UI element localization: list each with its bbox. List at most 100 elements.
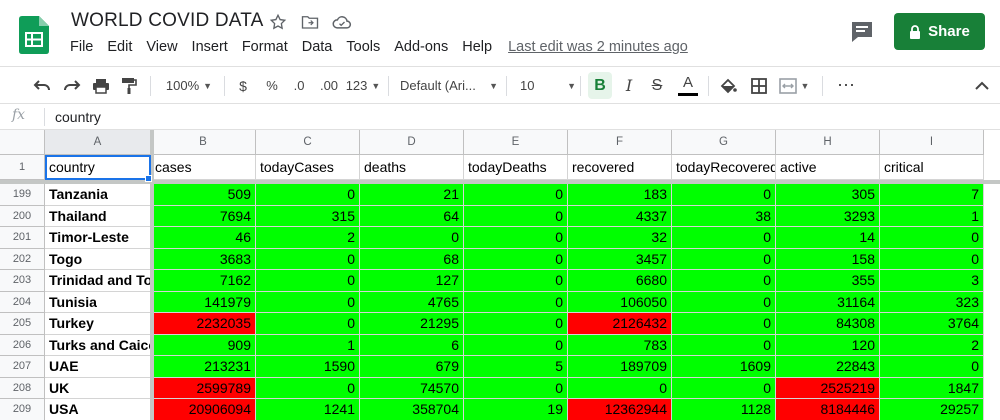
column-header-g[interactable]: G [672, 130, 776, 155]
data-cell-f[interactable]: 106050 [568, 291, 672, 313]
data-cell-e[interactable]: 19 [464, 399, 568, 420]
data-cell-d[interactable]: 21295 [360, 313, 464, 335]
data-cell-c[interactable]: 2 [256, 227, 360, 249]
data-cell-e[interactable]: 5 [464, 356, 568, 378]
bold-button[interactable]: B [588, 72, 612, 99]
data-cell-h[interactable]: 2525219 [776, 377, 880, 399]
data-cell-f[interactable]: 3457 [568, 248, 672, 270]
data-cell-b[interactable]: 141979 [151, 291, 256, 313]
header-cell-a[interactable]: country [45, 155, 151, 180]
data-cell-d[interactable]: 4765 [360, 291, 464, 313]
data-cell-f[interactable]: 6680 [568, 270, 672, 292]
data-cell-h[interactable]: 14 [776, 227, 880, 249]
data-cell-g[interactable]: 38 [672, 205, 776, 227]
data-cell-i[interactable]: 3 [880, 270, 984, 292]
column-header-b[interactable]: B [151, 130, 256, 155]
percent-format-button[interactable]: % [262, 67, 282, 104]
header-cell-b[interactable]: cases [151, 155, 256, 180]
data-cell-f[interactable]: 183 [568, 184, 672, 206]
data-cell-g[interactable]: 0 [672, 184, 776, 206]
last-edit-link[interactable]: Last edit was 2 minutes ago [508, 39, 688, 55]
data-cell-f[interactable]: 32 [568, 227, 672, 249]
font-size-select[interactable]: 10 ▼ [520, 67, 576, 104]
decrease-decimal-button[interactable]: .0 [288, 67, 310, 104]
data-cell-g[interactable]: 1609 [672, 356, 776, 378]
row-header-208[interactable]: 208 [0, 377, 45, 399]
column-header-f[interactable]: F [568, 130, 672, 155]
fill-handle[interactable] [145, 175, 152, 182]
merge-cells-icon[interactable]: ▼ [777, 67, 811, 104]
menu-data[interactable]: Data [302, 39, 333, 55]
menu-add-ons[interactable]: Add-ons [394, 39, 448, 55]
data-cell-d[interactable]: 127 [360, 270, 464, 292]
row-header-202[interactable]: 202 [0, 248, 45, 270]
data-cell-i[interactable]: 7 [880, 184, 984, 206]
menu-help[interactable]: Help [462, 39, 492, 55]
menu-view[interactable]: View [146, 39, 177, 55]
more-formats-select[interactable]: 123 ▼ [346, 67, 381, 104]
data-cell-e[interactable]: 0 [464, 313, 568, 335]
strikethrough-button[interactable]: S [646, 67, 668, 104]
data-cell-h[interactable]: 305 [776, 184, 880, 206]
data-cell-b[interactable]: 7694 [151, 205, 256, 227]
print-icon[interactable] [89, 67, 113, 104]
borders-icon[interactable] [747, 67, 771, 104]
country-cell[interactable]: UAE [45, 356, 151, 378]
data-cell-e[interactable]: 0 [464, 334, 568, 356]
country-cell[interactable]: Trinidad and Tobago [45, 270, 151, 292]
country-cell[interactable]: USA [45, 399, 151, 420]
data-cell-f[interactable]: 783 [568, 334, 672, 356]
italic-button[interactable]: I [618, 67, 640, 104]
select-all-corner[interactable] [0, 130, 45, 155]
column-header-c[interactable]: C [256, 130, 360, 155]
row-header-204[interactable]: 204 [0, 291, 45, 313]
menu-file[interactable]: File [70, 39, 93, 55]
row-header-199[interactable]: 199 [0, 184, 45, 206]
header-cell-i[interactable]: critical [880, 155, 984, 180]
menu-tools[interactable]: Tools [346, 39, 380, 55]
data-cell-h[interactable]: 31164 [776, 291, 880, 313]
row-header-207[interactable]: 207 [0, 356, 45, 378]
data-cell-c[interactable]: 0 [256, 270, 360, 292]
data-cell-h[interactable]: 120 [776, 334, 880, 356]
data-cell-c[interactable]: 315 [256, 205, 360, 227]
data-cell-b[interactable]: 2599789 [151, 377, 256, 399]
menu-edit[interactable]: Edit [107, 39, 132, 55]
country-cell[interactable]: Timor-Leste [45, 227, 151, 249]
freeze-column-handle[interactable] [150, 130, 154, 420]
data-cell-h[interactable]: 22843 [776, 356, 880, 378]
data-cell-h[interactable]: 158 [776, 248, 880, 270]
row-header-200[interactable]: 200 [0, 205, 45, 227]
currency-format-button[interactable]: $ [233, 67, 253, 104]
header-cell-g[interactable]: todayRecovered [672, 155, 776, 180]
data-cell-g[interactable]: 0 [672, 313, 776, 335]
undo-icon[interactable] [30, 67, 54, 104]
text-color-button[interactable]: A [676, 67, 700, 104]
data-cell-b[interactable]: 3683 [151, 248, 256, 270]
redo-icon[interactable] [60, 67, 84, 104]
data-cell-g[interactable]: 0 [672, 377, 776, 399]
data-cell-e[interactable]: 0 [464, 184, 568, 206]
data-cell-b[interactable]: 20906094 [151, 399, 256, 420]
row-header-201[interactable]: 201 [0, 227, 45, 249]
data-cell-c[interactable]: 1241 [256, 399, 360, 420]
row-header-206[interactable]: 206 [0, 334, 45, 356]
data-cell-i[interactable]: 2 [880, 334, 984, 356]
data-cell-h[interactable]: 355 [776, 270, 880, 292]
data-cell-d[interactable]: 68 [360, 248, 464, 270]
data-cell-i[interactable]: 29257 [880, 399, 984, 420]
data-cell-c[interactable]: 0 [256, 377, 360, 399]
data-cell-e[interactable]: 0 [464, 227, 568, 249]
data-cell-i[interactable]: 3764 [880, 313, 984, 335]
column-header-h[interactable]: H [776, 130, 880, 155]
data-cell-i[interactable]: 0 [880, 227, 984, 249]
country-cell[interactable]: Tanzania [45, 184, 151, 206]
data-cell-e[interactable]: 0 [464, 291, 568, 313]
data-cell-c[interactable]: 0 [256, 313, 360, 335]
row-header-1[interactable]: 1 [0, 155, 45, 180]
data-cell-f[interactable]: 0 [568, 377, 672, 399]
comments-button[interactable] [847, 18, 877, 46]
data-cell-b[interactable]: 909 [151, 334, 256, 356]
header-cell-c[interactable]: todayCases [256, 155, 360, 180]
font-family-select[interactable]: Default (Ari... ▼ [400, 67, 498, 104]
